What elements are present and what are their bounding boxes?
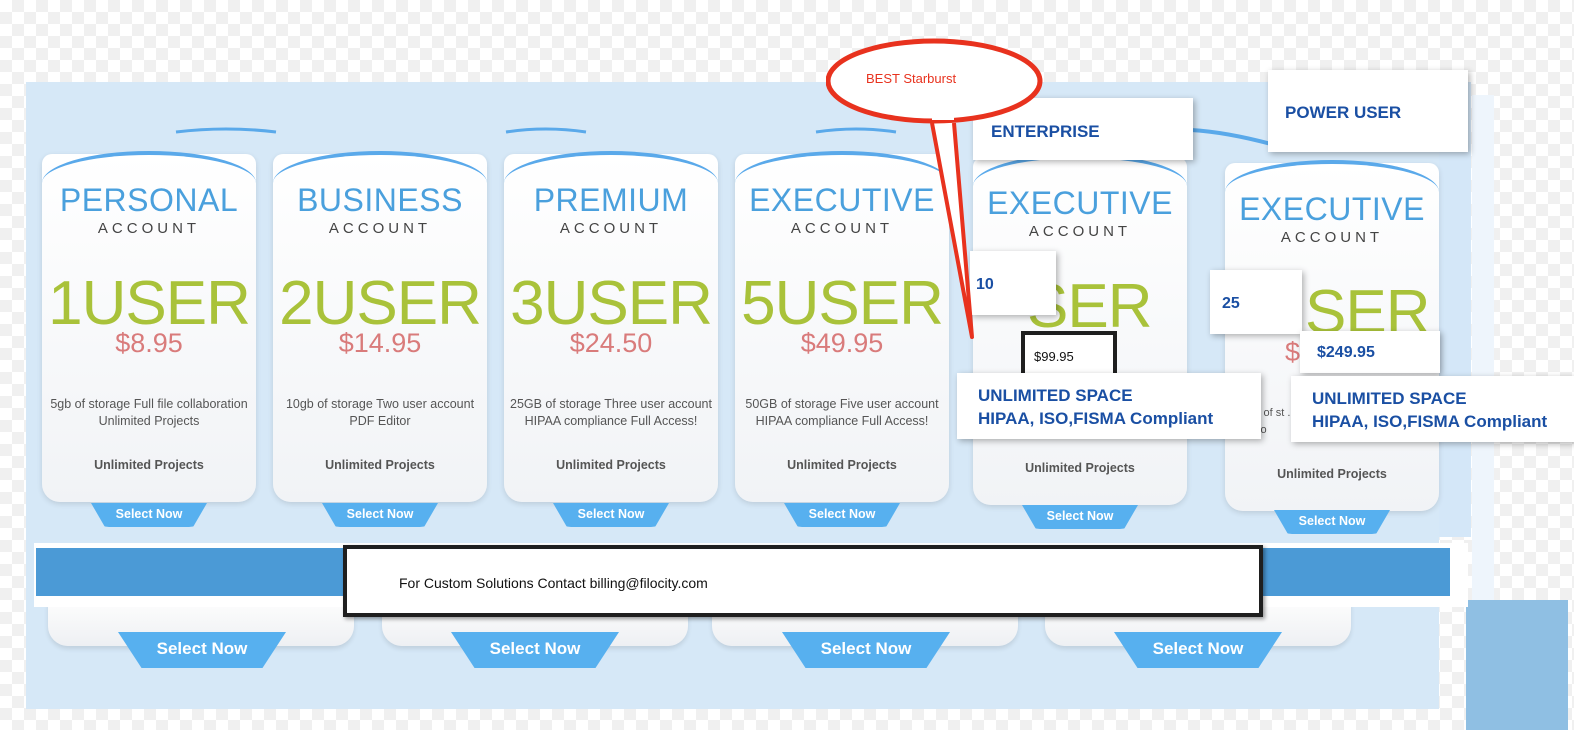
select-now-button[interactable]: Select Now (91, 503, 207, 527)
right-strip (1472, 95, 1494, 600)
starburst-label: BEST Starburst (866, 71, 957, 86)
plan-title: BUSINESS (297, 182, 463, 218)
pricing-card-premium: PREMIUM ACCOUNT 3USER $24.50 25GB of sto… (504, 151, 718, 502)
right-decor-block (1466, 600, 1568, 730)
select-now-button-large[interactable]: Select Now (118, 632, 286, 668)
users-25-label: 25 (1222, 295, 1240, 312)
select-now-button-large[interactable]: Select Now (451, 632, 619, 668)
contact-text: For Custom Solutions Contact billing@fil… (399, 575, 708, 591)
plan-price: $8.95 (115, 328, 183, 358)
pricing-card-business: BUSINESS ACCOUNT 2USER $14.95 10gb of st… (273, 151, 487, 502)
plan-unlimited-projects: Unlimited Projects (94, 458, 204, 472)
select-now-button[interactable]: Select Now (322, 503, 438, 527)
users-25-box: 25 (1210, 270, 1302, 334)
plan-features: 10gb of storage Two user account PDF Edi… (285, 397, 475, 428)
unlimited-space-label: UNLIMITED SPACE (978, 386, 1133, 405)
plan-features: 25GB of storage Three user account HIPAA… (510, 397, 712, 428)
plan-subtitle: ACCOUNT (559, 220, 663, 237)
unlimited-note-enterprise: UNLIMITED SPACE HIPAA, ISO,FISMA Complia… (957, 373, 1261, 439)
select-now-button[interactable]: Select Now (1274, 510, 1390, 534)
plan-subtitle: ACCOUNT (97, 220, 201, 237)
plan-features: 50GB of storage Five user account HIPAA … (745, 397, 939, 428)
card-arch (273, 151, 487, 183)
card-arch (1225, 160, 1439, 192)
plan-subtitle: ACCOUNT (328, 220, 432, 237)
plan-price: $24.50 (569, 328, 653, 358)
card-arch (42, 151, 256, 183)
price-249-box: $249.95 (1300, 331, 1440, 373)
plan-unlimited-projects: Unlimited Projects (787, 458, 897, 472)
select-now-button-large[interactable]: Select Now (782, 632, 950, 668)
plan-features: 5gb of storage Full file collaboration U… (50, 397, 248, 428)
compliance-label: HIPAA, ISO,FISMA Compliant (978, 409, 1214, 428)
plan-unlimited-projects: Unlimited Projects (325, 458, 435, 472)
plan-title: EXECUTIVE (1239, 191, 1425, 227)
price-249-label: $249.95 (1317, 344, 1375, 361)
power-user-label-box: POWER USER (1268, 70, 1468, 152)
plan-title: PREMIUM (533, 182, 689, 218)
plan-unlimited-projects: Unlimited Projects (1277, 467, 1387, 481)
pricing-card-personal: PERSONAL ACCOUNT 1USER $8.95 5gb of stor… (42, 151, 256, 502)
plan-subtitle: ACCOUNT (1280, 229, 1384, 246)
select-now-button-large[interactable]: Select Now (1114, 632, 1282, 668)
plan-unlimited-projects: Unlimited Projects (1025, 461, 1135, 475)
select-now-button[interactable]: Select Now (1022, 505, 1138, 529)
card-arch (504, 151, 718, 183)
power-user-label: POWER USER (1285, 103, 1402, 122)
unlimited-space-label: UNLIMITED SPACE (1312, 389, 1467, 408)
plan-price: $14.95 (338, 328, 422, 358)
price-99-label: $99.95 (1034, 349, 1074, 364)
select-now-button[interactable]: Select Now (784, 503, 900, 527)
compliance-label: HIPAA, ISO,FISMA Compliant (1312, 412, 1548, 431)
plan-unlimited-projects: Unlimited Projects (556, 458, 666, 472)
select-now-button[interactable]: Select Now (553, 503, 669, 527)
plan-title: PERSONAL (59, 182, 239, 218)
unlimited-note-power-user: UNLIMITED SPACE HIPAA, ISO,FISMA Complia… (1291, 376, 1574, 442)
contact-box: For Custom Solutions Contact billing@fil… (343, 545, 1263, 617)
